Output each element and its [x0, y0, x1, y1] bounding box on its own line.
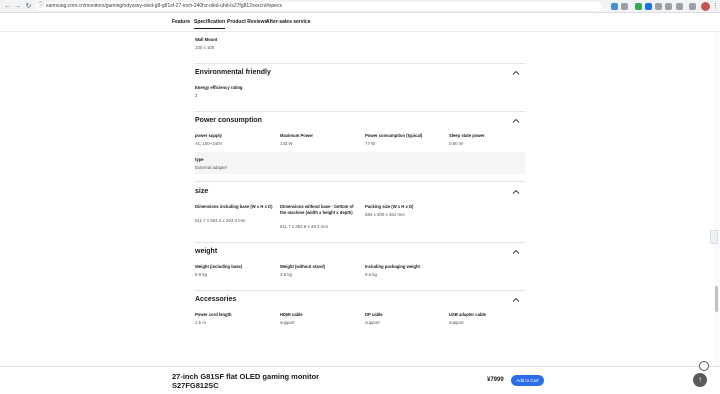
product-title: 27-inch G81SF flat OLED gaming monitor — [172, 372, 320, 381]
extension-icon[interactable] — [655, 3, 662, 10]
spec-value: AC 100~240V — [195, 141, 223, 146]
spec-label: Packing size (W x H x D) — [365, 204, 414, 209]
section-divider — [195, 111, 525, 112]
chevron-up-icon[interactable] — [512, 188, 520, 196]
chevron-up-icon[interactable] — [512, 296, 520, 304]
spec-value: 100 x 100 — [195, 45, 215, 50]
side-panel-icon[interactable] — [689, 3, 696, 10]
spec-value: 0.80 W — [449, 141, 463, 146]
section-title-weight[interactable]: weight — [195, 248, 217, 255]
section-divider — [195, 242, 525, 243]
spec-value: 1.5 m — [195, 320, 206, 325]
spec-label: power supply — [195, 133, 222, 138]
profile-avatar[interactable] — [701, 2, 710, 11]
spec-value: External adapter — [195, 165, 228, 170]
spec-label: Sleep state power — [449, 133, 485, 138]
arrow-up-icon: ↑ — [698, 375, 702, 384]
spec-label: Dimensions without base - bottom of the … — [280, 204, 354, 215]
spec-value: 684 x 200 x 464 mm — [365, 212, 405, 217]
browser-toolbar: ← → ↻ ⓘ samsung.com.cn/monitors/gaming/o… — [0, 0, 720, 13]
product-subnav: Feature Specification Product Reviews Af… — [0, 13, 720, 32]
spec-label: Including packaging weight — [365, 264, 420, 269]
product-model: S27FG812SC — [172, 381, 219, 390]
spec-value: support — [280, 320, 295, 325]
spec-label: Power consumption (typical) — [365, 133, 423, 138]
translate-icon[interactable] — [611, 3, 618, 10]
page-scrollbar[interactable] — [714, 32, 720, 366]
spec-row-highlight — [195, 152, 525, 174]
chevron-up-icon[interactable] — [512, 69, 520, 77]
spec-label: Power cord length — [195, 312, 232, 317]
extensions-puzzle-icon[interactable] — [676, 3, 683, 10]
spec-value: 77 W — [365, 141, 376, 146]
address-bar[interactable]: ⓘ samsung.com.cn/monitors/gaming/odyssey… — [36, 2, 602, 11]
spec-value: 3 — [195, 93, 198, 98]
product-price: ¥7999 — [487, 377, 504, 383]
section-divider — [195, 290, 525, 291]
section-divider — [195, 63, 525, 64]
extension-icon[interactable] — [665, 3, 672, 10]
extension-icon[interactable] — [645, 3, 652, 10]
spec-value: 611.7 x 353.8 x 49.2 mm — [280, 224, 328, 229]
chevron-up-icon[interactable] — [512, 117, 520, 125]
section-divider — [195, 181, 525, 182]
browser-menu-icon[interactable]: ⋮ — [712, 2, 719, 11]
section-title-environmental[interactable]: Environmental friendly — [195, 69, 271, 76]
reload-icon[interactable]: ↻ — [24, 2, 33, 11]
spec-label: Weight (without stand) — [280, 264, 326, 269]
side-feedback-tab[interactable] — [710, 230, 718, 244]
chevron-up-icon[interactable] — [512, 248, 520, 256]
spec-label: HDMI cable — [280, 312, 303, 317]
scrollbar-thumb[interactable] — [715, 286, 718, 312]
chat-support-icon[interactable] — [699, 361, 709, 371]
spec-value: support — [449, 320, 464, 325]
spec-label: type — [195, 157, 204, 162]
spec-value: support — [365, 320, 380, 325]
arrow-right-icon[interactable]: → — [13, 2, 22, 11]
site-info-icon[interactable]: ⓘ — [38, 2, 44, 11]
tab-specification[interactable]: Specification — [194, 19, 226, 29]
spec-label: Maximum Power — [280, 133, 314, 138]
spec-value: 611.7 x 554.2 x 263.3 mm — [195, 218, 246, 223]
tab-product-reviews[interactable]: Product Reviews — [227, 19, 267, 25]
arrow-left-icon[interactable]: ← — [3, 2, 12, 11]
section-title-size[interactable]: size — [195, 188, 208, 195]
extension-icon[interactable] — [635, 3, 642, 10]
spec-value: 143 W — [280, 141, 293, 146]
back-to-top-button[interactable]: ↑ — [693, 373, 707, 387]
add-to-cart-button[interactable]: Add to Cart — [511, 375, 544, 386]
spec-label: USB adapter cable — [449, 312, 487, 317]
spec-value: 6.9 kg — [195, 272, 207, 277]
spec-label: Wall Mount — [195, 37, 218, 42]
spec-label: Energy efficiency rating — [195, 85, 243, 90]
spec-label: Dimensions including base (W x H x D) — [195, 204, 273, 209]
url-text[interactable]: samsung.com.cn/monitors/gaming/odyssey-o… — [46, 2, 282, 11]
sticky-purchase-bar — [0, 366, 720, 394]
spec-value: 9.5 kg — [365, 272, 377, 277]
bookmark-star-icon[interactable] — [621, 3, 628, 10]
spec-value: 3.8 kg — [280, 272, 292, 277]
tab-after-sales-service[interactable]: After-sales service — [266, 19, 310, 25]
spec-label: DP cable — [365, 312, 383, 317]
spec-label: Weight (including base) — [195, 264, 243, 269]
section-title-power[interactable]: Power consumption — [195, 117, 262, 124]
tab-feature[interactable]: Feature — [172, 19, 190, 25]
section-title-accessories[interactable]: Accessories — [195, 296, 236, 303]
